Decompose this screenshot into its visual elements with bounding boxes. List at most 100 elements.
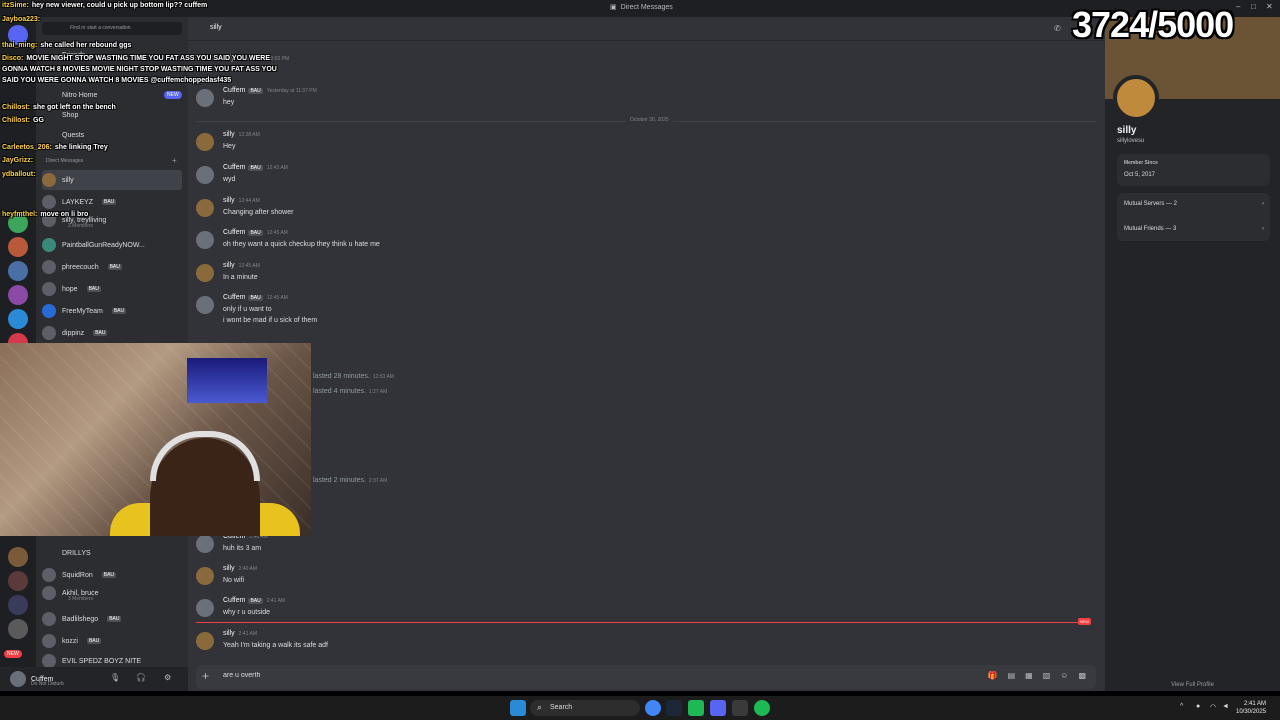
- dm-item[interactable]: DRILLYS: [42, 543, 182, 563]
- dm-item[interactable]: FreeMyTeam BAU: [42, 301, 182, 321]
- mic-icon[interactable]: ●: [1196, 703, 1200, 710]
- view-full-profile-link[interactable]: View Full Profile: [1171, 682, 1214, 688]
- avatar[interactable]: [196, 166, 214, 184]
- avatar[interactable]: [196, 535, 214, 553]
- gif-icon[interactable]: ▤: [1008, 671, 1016, 680]
- sticker-icon[interactable]: ▦: [1025, 671, 1033, 680]
- avatar[interactable]: [196, 632, 214, 650]
- call-ended-line: lasted 28 minutes. 12:53 AM: [313, 373, 394, 380]
- message: silly 12:38 AM Hey: [196, 131, 1076, 159]
- message-input[interactable]: [223, 672, 1003, 679]
- server-new-badge: NEW: [4, 650, 22, 658]
- settings-icon[interactable]: ⚙: [164, 673, 171, 682]
- chat-header: silly ✆: [188, 17, 1105, 41]
- message: Cuffem BAU 12:45 AM oh they want a quick c…: [196, 229, 1076, 257]
- avatar: [42, 304, 56, 318]
- wifi-icon[interactable]: ◠: [1210, 703, 1216, 711]
- sidebar-item-quests[interactable]: Quests: [42, 125, 182, 145]
- maximize-button[interactable]: □: [1251, 2, 1256, 11]
- steam-icon[interactable]: [666, 700, 682, 716]
- minimize-button[interactable]: –: [1236, 2, 1240, 11]
- dm-item[interactable]: Akhil, bruce 3 Members: [42, 583, 182, 603]
- dm-item[interactable]: LAYKEYZ BAU: [42, 192, 182, 212]
- discord-icon[interactable]: [710, 700, 726, 716]
- message: silly 2:40 AM No wifi: [196, 565, 1076, 593]
- avatar[interactable]: [196, 133, 214, 151]
- server-icon[interactable]: [8, 619, 28, 639]
- mutuals-card: Mutual Servers — 2 › Mutual Friends — 3 ›: [1117, 193, 1270, 241]
- new-messages-divider: NEW: [196, 618, 1091, 625]
- server-icon[interactable]: [8, 237, 28, 257]
- chat-line: JayGrizz:: [2, 157, 34, 164]
- dm-item[interactable]: dippinz BAU: [42, 323, 182, 343]
- mutual-servers-row[interactable]: Mutual Servers — 2 ›: [1124, 201, 1264, 207]
- avatar: [42, 260, 56, 274]
- avatar: [42, 654, 56, 668]
- dm-item[interactable]: PaintballGunReadyNOW...: [42, 235, 182, 255]
- server-icon[interactable]: [8, 547, 28, 567]
- mutual-friends-row[interactable]: Mutual Friends — 3 ›: [1124, 226, 1264, 232]
- windows-start-icon[interactable]: [510, 700, 526, 716]
- emoji-icon[interactable]: ☺: [1060, 671, 1068, 680]
- avatar: [42, 282, 56, 296]
- window-title: Direct Messages: [610, 3, 673, 11]
- taskbar: Search ^ ● ◠ ◄ 2:41 AM 10/30/2025: [0, 696, 1280, 720]
- dm-item[interactable]: kozzi BAU: [42, 631, 182, 651]
- avatar[interactable]: [196, 599, 214, 617]
- dm-item[interactable]: phreecouch BAU: [42, 257, 182, 277]
- spotify-icon[interactable]: [754, 700, 770, 716]
- avatar[interactable]: [196, 296, 214, 314]
- nitro-icon: [42, 88, 56, 102]
- background-monitor: [187, 358, 267, 403]
- avatar[interactable]: [196, 264, 214, 282]
- dm-item[interactable]: silly: [42, 170, 182, 190]
- taskbar-search[interactable]: Search: [530, 700, 640, 716]
- avatar[interactable]: [196, 89, 214, 107]
- server-icon[interactable]: [8, 595, 28, 615]
- mic-icon[interactable]: 🎙: [110, 673, 120, 682]
- profile-username: sillylovesu: [1117, 138, 1145, 144]
- date-divider: October 30, 2025: [196, 117, 1096, 123]
- dm-item[interactable]: SquidRon BAU: [42, 565, 182, 585]
- chat-line: thai_ming: she called her rebound ggs: [2, 42, 132, 49]
- avatar[interactable]: [196, 199, 214, 217]
- add-attachment-button[interactable]: +: [202, 669, 209, 683]
- app-icon[interactable]: [732, 700, 748, 716]
- close-button[interactable]: ✕: [1266, 2, 1273, 11]
- server-icon[interactable]: [8, 285, 28, 305]
- call-ended-line: lasted 2 minutes. 2:37 AM: [313, 477, 388, 484]
- server-icon[interactable]: [8, 571, 28, 591]
- avatar[interactable]: [196, 567, 214, 585]
- message: Cuffem BAU 12:45 AM only if u want to i wo…: [196, 294, 1076, 334]
- chevron-right-icon: ›: [1262, 226, 1264, 232]
- chat-line: Chillost: she got left on the bench: [2, 104, 116, 111]
- user-panel: Cuffem Do Not Disturb 🎙 🎧 ⚙: [0, 667, 188, 691]
- sidebar-item-nitro[interactable]: Nitro Home NEW: [42, 85, 182, 105]
- chevron-right-icon: ›: [1262, 201, 1264, 207]
- chrome-icon[interactable]: [645, 700, 661, 716]
- sub-counter: 3724/5000: [1072, 4, 1234, 45]
- call-icon[interactable]: ✆: [1054, 24, 1061, 33]
- user-status: Do Not Disturb: [31, 681, 64, 687]
- taskbar-clock[interactable]: 2:41 AM 10/30/2025: [1236, 700, 1266, 716]
- volume-icon[interactable]: ◄: [1222, 703, 1229, 710]
- headset-icon[interactable]: 🎧: [136, 673, 146, 682]
- add-dm-button[interactable]: +: [172, 156, 177, 165]
- avatar[interactable]: [196, 231, 214, 249]
- chat-line: itzSime: hey new viewer, could u pick up …: [2, 2, 208, 9]
- gift-icon[interactable]: 🎁: [988, 671, 998, 680]
- chat-area: silly ✆ silly Yesterday at 10:03 PM Cuffe…: [188, 17, 1105, 691]
- dm-item[interactable]: hope BAU: [42, 279, 182, 299]
- app-icon[interactable]: [688, 700, 704, 716]
- profile-avatar[interactable]: [1113, 75, 1159, 121]
- server-icon[interactable]: [8, 261, 28, 281]
- server-icon[interactable]: [8, 309, 28, 329]
- dm-search-input[interactable]: Find or start a conversation: [42, 22, 182, 35]
- quests-icon: [42, 128, 56, 142]
- apps-icon[interactable]: ▩: [1078, 671, 1086, 680]
- message: silly Yesterday at 10:03 PM: [223, 55, 290, 62]
- avatar[interactable]: [10, 671, 26, 687]
- tray-chevron-icon[interactable]: ^: [1180, 703, 1183, 710]
- dm-item[interactable]: Badlilshego BAU: [42, 609, 182, 629]
- app-icon[interactable]: ▧: [1043, 671, 1051, 680]
